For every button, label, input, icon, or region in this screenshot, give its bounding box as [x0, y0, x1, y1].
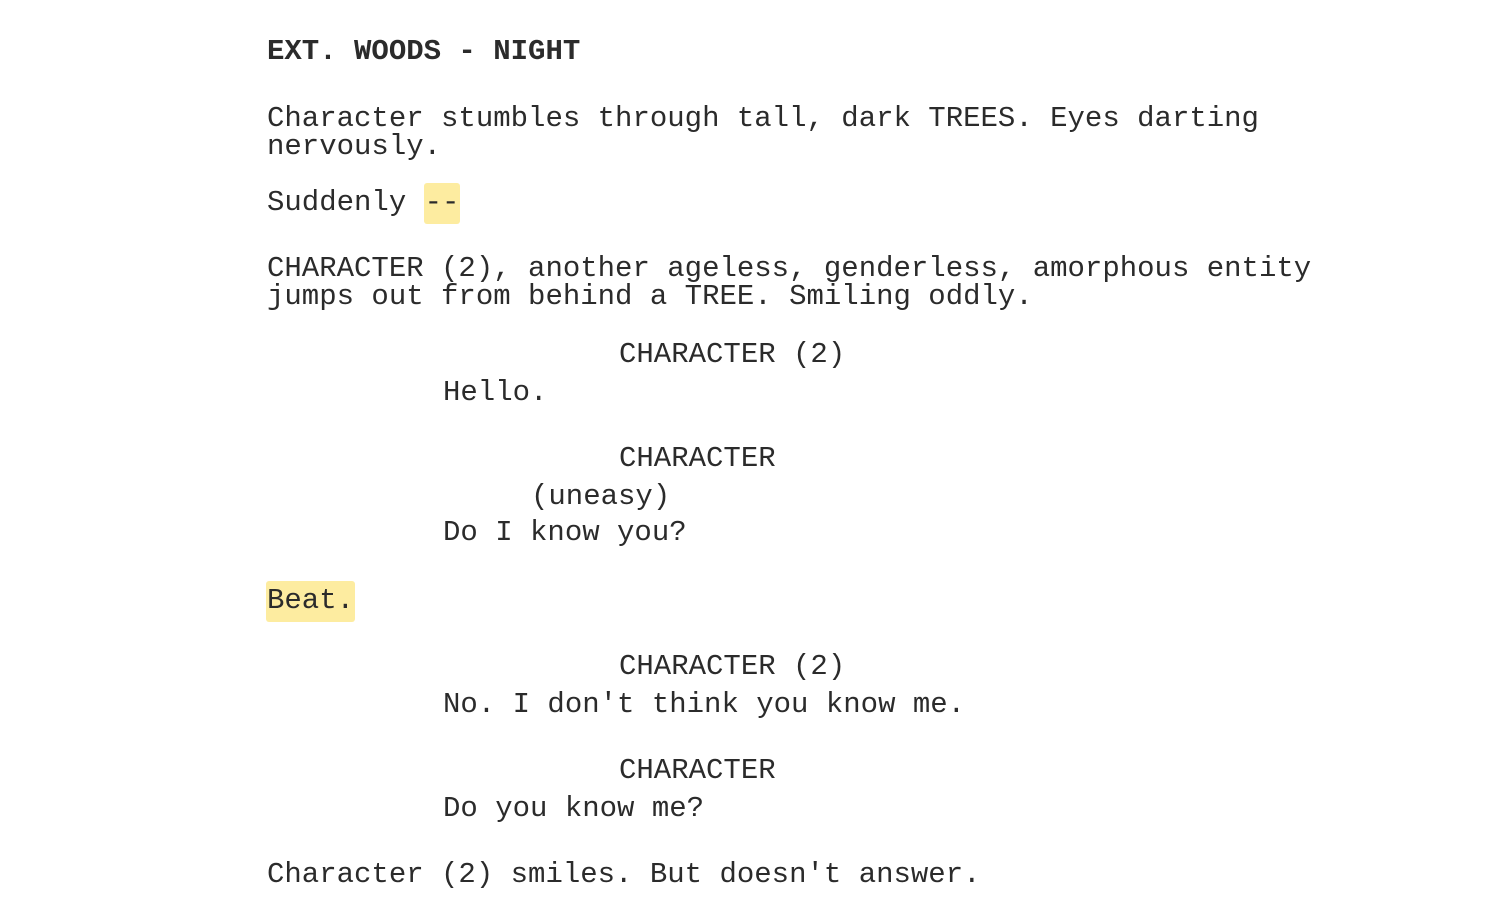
dialogue-line[interactable]: Hello. — [443, 378, 547, 407]
action-line[interactable]: Suddenly -- — [267, 183, 461, 224]
action-text: Suddenly — [267, 186, 424, 219]
action-line[interactable]: nervously. — [267, 132, 441, 161]
dialogue-line[interactable]: Do I know you? — [443, 518, 687, 547]
script-page: EXT. WOODS - NIGHT Character stumbles th… — [0, 0, 1496, 915]
highlighted-text[interactable]: -- — [423, 183, 461, 224]
character-name[interactable]: CHARACTER (2) — [619, 340, 845, 369]
action-line[interactable]: Character (2) smiles. But doesn't answer… — [267, 860, 981, 889]
character-name[interactable]: CHARACTER (2) — [619, 652, 845, 681]
character-name[interactable]: CHARACTER — [619, 444, 776, 473]
dialogue-line[interactable]: Do you know me? — [443, 794, 704, 823]
dialogue-line[interactable]: No. I don't think you know me. — [443, 690, 965, 719]
action-line[interactable]: Beat. — [266, 581, 356, 622]
action-line[interactable]: CHARACTER (2), another ageless, genderle… — [267, 254, 1311, 283]
highlighted-text[interactable]: Beat. — [266, 581, 356, 622]
action-line[interactable]: Character stumbles through tall, dark TR… — [267, 104, 1259, 133]
character-name[interactable]: CHARACTER — [619, 756, 776, 785]
action-line[interactable]: jumps out from behind a TREE. Smiling od… — [267, 282, 1033, 311]
scene-heading[interactable]: EXT. WOODS - NIGHT — [267, 37, 580, 66]
parenthetical[interactable]: (uneasy) — [531, 482, 670, 511]
